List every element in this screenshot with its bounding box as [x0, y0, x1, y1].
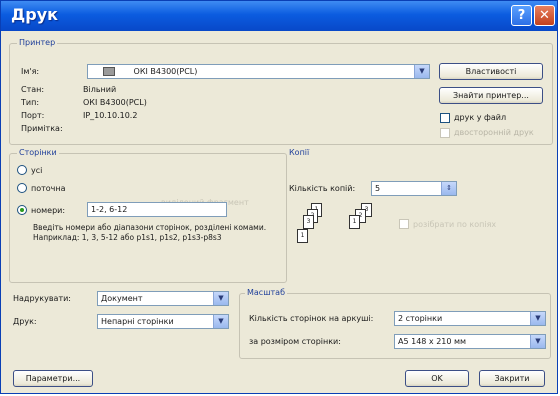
- copies-spinner-icon[interactable]: ⇕: [441, 182, 456, 195]
- pages-group-label: Сторінки: [17, 148, 59, 157]
- properties-button[interactable]: Властивості: [439, 63, 543, 80]
- chevron-down-icon: ▼: [414, 65, 429, 78]
- printer-type-label: Тип:: [21, 98, 40, 107]
- help-icon[interactable]: ?: [511, 5, 532, 26]
- pages-range-label: номери:: [31, 206, 66, 215]
- zoom-group: [239, 293, 551, 359]
- pages-per-sheet-select[interactable]: 2 сторінки ▼: [394, 311, 546, 326]
- pages-range-hint: Введіть номери або діапазони сторінок, р…: [33, 223, 267, 242]
- print-what-label: Друк:: [13, 317, 37, 326]
- options-button[interactable]: Параметри...: [13, 370, 93, 387]
- ok-button[interactable]: OK: [405, 370, 469, 387]
- collated-pages-icon: 3 2 1: [347, 203, 387, 243]
- copies-count-label: Кількість копій:: [289, 184, 356, 193]
- uncollated-pages-icon: 1 2 3 1: [297, 203, 337, 243]
- pages-current-radio[interactable]: [17, 183, 27, 193]
- manual-duplex-label: двосторонній друк: [454, 128, 534, 137]
- scale-to-paper-value: А5 148 x 210 мм: [398, 337, 467, 346]
- scale-to-paper-select[interactable]: А5 148 x 210 мм ▼: [394, 334, 546, 349]
- print-dialog: Друк ? ✕ Принтер Ім'я: ОКІ В4300(PCL) ▼ …: [0, 0, 558, 394]
- copies-group-label: Копії: [287, 148, 312, 157]
- printer-type-value: ОКІ В4300(PCL): [83, 98, 147, 107]
- printer-port-label: Порт:: [21, 111, 45, 120]
- close-icon[interactable]: ✕: [534, 5, 555, 26]
- collate-checkbox[interactable]: [399, 219, 409, 229]
- pages-current-label: поточна: [31, 184, 66, 193]
- close-button[interactable]: Закрити: [479, 370, 545, 387]
- printer-icon: [103, 67, 115, 76]
- pages-range-radio[interactable]: [17, 205, 27, 215]
- include-label: Надрукувати:: [13, 294, 71, 303]
- chevron-down-icon: ▼: [213, 292, 228, 305]
- printer-status-label: Стан:: [21, 85, 45, 94]
- printer-status-value: Вільний: [83, 85, 117, 94]
- title-bar: Друк ? ✕: [1, 1, 557, 31]
- chevron-down-icon: ▼: [530, 335, 545, 348]
- print-to-file-label: друк у файл: [454, 113, 507, 122]
- zoom-group-label: Масштаб: [245, 288, 288, 297]
- copies-count-input[interactable]: 5 ⇕: [371, 181, 457, 196]
- pages-all-radio[interactable]: [17, 165, 27, 175]
- printer-group-label: Принтер: [17, 38, 58, 47]
- printer-notes-label: Примітка:: [21, 124, 63, 133]
- window-title: Друк: [11, 5, 58, 24]
- manual-duplex-checkbox: [440, 128, 450, 138]
- printer-name-label: Ім'я:: [21, 67, 40, 76]
- printer-name-value: ОКІ В4300(PCL): [133, 67, 198, 76]
- copies-count-value: 5: [375, 184, 381, 193]
- collate-label: розібрати по копіях: [413, 220, 497, 229]
- pages-group: [9, 153, 287, 283]
- include-select[interactable]: Документ ▼: [97, 291, 229, 306]
- printer-name-select[interactable]: ОКІ В4300(PCL) ▼: [87, 64, 430, 79]
- pages-all-label: усі: [31, 166, 43, 175]
- find-printer-button[interactable]: Знайти принтер...: [439, 87, 543, 104]
- print-to-file-checkbox[interactable]: [440, 113, 450, 123]
- include-value: Документ: [101, 294, 143, 303]
- chevron-down-icon: ▼: [213, 315, 228, 328]
- print-what-select[interactable]: Непарні сторінки ▼: [97, 314, 229, 329]
- pages-per-sheet-label: Кількість сторінок на аркуші:: [249, 314, 374, 323]
- scale-to-paper-label: за розміром сторінки:: [249, 337, 341, 346]
- pages-range-input[interactable]: 1-2, 6-12: [87, 202, 227, 217]
- print-what-value: Непарні сторінки: [101, 317, 174, 326]
- chevron-down-icon: ▼: [530, 312, 545, 325]
- pages-per-sheet-value: 2 сторінки: [398, 314, 443, 323]
- printer-port-value: IP_10.10.10.2: [83, 111, 138, 120]
